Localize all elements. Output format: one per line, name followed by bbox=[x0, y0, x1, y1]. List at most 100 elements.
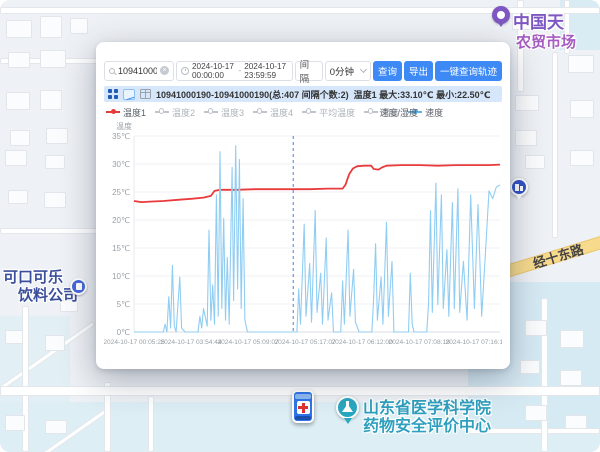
x-tick-label: 2024-10-17 05:09:07 bbox=[217, 339, 279, 346]
export-button[interactable]: 导出 bbox=[404, 61, 433, 81]
date-range-input[interactable]: 2024-10-17 00:00:00 - 2024-10-17 23:59:5… bbox=[176, 61, 293, 81]
device-summary: 10941000190-10941000190(总:407 间隔个数:2) bbox=[156, 88, 349, 101]
chevron-down-icon bbox=[360, 66, 367, 73]
x-tick-label: 2024-10-17 05:17:07 bbox=[274, 339, 336, 346]
clear-icon[interactable]: × bbox=[160, 66, 169, 75]
right-axis-title: 速度/湿度 bbox=[379, 106, 418, 119]
y-axis-title: 温度 bbox=[116, 121, 132, 131]
y-tick-label: 25℃ bbox=[112, 188, 130, 197]
interval-label: 间隔 bbox=[295, 61, 323, 81]
ambulance-vehicle-icon[interactable] bbox=[292, 390, 314, 423]
poi-label-farmers-market: 农贸市场 bbox=[516, 31, 576, 52]
grid-view-icon[interactable] bbox=[108, 89, 118, 99]
road-label: 经十东路 bbox=[530, 239, 585, 272]
info-bar: 10941000190-10941000190(总:407 间隔个数:2) 温度… bbox=[104, 86, 502, 102]
legend-item-平均温度[interactable]: 平均温度 bbox=[302, 106, 355, 119]
y-tick-label: 0℃ bbox=[117, 328, 130, 337]
map-building bbox=[6, 20, 32, 38]
chart-area[interactable]: 0℃ 5℃ 10℃ 15℃ 20℃ 25℃ 30℃ 35℃温度 2024-10-17 00:05… bbox=[104, 120, 502, 375]
date-end: 2024-10-17 23:59:59 bbox=[244, 62, 287, 80]
map-building bbox=[40, 16, 62, 38]
poi-label-cola-2: 饮料公司 bbox=[18, 284, 78, 305]
map-road bbox=[0, 228, 97, 234]
toolbar: 10941000 × 2024-10-17 00:00:00 - 2024-10… bbox=[104, 60, 502, 81]
map-building bbox=[568, 55, 594, 73]
line-chart-view-icon[interactable] bbox=[123, 89, 135, 100]
line-chart[interactable]: 0℃ 5℃ 10℃ 15℃ 20℃ 25℃ 30℃ 35℃温度 2024-10-17 00:05… bbox=[104, 120, 502, 370]
map-building bbox=[525, 155, 545, 169]
map-building bbox=[6, 92, 30, 110]
map-building bbox=[570, 100, 594, 118]
legend-inactive-marker bbox=[155, 111, 169, 113]
map-building bbox=[45, 335, 65, 351]
legend-inactive-marker bbox=[364, 111, 378, 113]
legend-inactive-marker bbox=[204, 111, 218, 113]
legend-label: 速度 bbox=[425, 106, 443, 119]
interval-select[interactable]: 0分钟 bbox=[325, 61, 371, 81]
search-icon bbox=[109, 68, 115, 74]
y-tick-label: 10℃ bbox=[112, 272, 130, 281]
map-building bbox=[46, 128, 68, 144]
chart-legend: 温度1温度2温度3温度4平均温度湿度速度速度/湿度 bbox=[104, 105, 502, 119]
poi-label-institute-2: 药物安全评价中心 bbox=[363, 412, 491, 436]
map-building bbox=[40, 50, 66, 68]
legend-item-温度1[interactable]: 温度1 bbox=[106, 106, 146, 119]
map-building bbox=[570, 150, 594, 166]
table-view-icon[interactable] bbox=[140, 89, 151, 99]
y-tick-label: 35℃ bbox=[112, 132, 130, 141]
map-building bbox=[8, 52, 30, 68]
map-building bbox=[45, 155, 65, 169]
legend-inactive-marker bbox=[253, 111, 267, 113]
cola-poi-icon[interactable] bbox=[70, 278, 87, 295]
query-dialog: 10941000 × 2024-10-17 00:00:00 - 2024-10… bbox=[96, 42, 510, 369]
legend-label: 温度2 bbox=[172, 106, 195, 119]
x-tick-label: 2024-10-17 00:05:25 bbox=[104, 339, 165, 346]
legend-label: 温度4 bbox=[270, 106, 293, 119]
building-poi-icon[interactable] bbox=[510, 178, 528, 196]
legend-item-温度3[interactable]: 温度3 bbox=[204, 106, 244, 119]
map-building bbox=[525, 405, 547, 421]
map-road bbox=[148, 396, 154, 452]
map-building bbox=[10, 130, 30, 146]
legend-item-温度2[interactable]: 温度2 bbox=[155, 106, 195, 119]
map-building bbox=[520, 360, 540, 374]
y-tick-label: 5℃ bbox=[117, 300, 130, 309]
series-温度1[interactable] bbox=[134, 165, 500, 203]
legend-inactive-marker bbox=[302, 111, 316, 113]
screen: 中国天 农贸市场 可口可乐 饮料公司 经十东路 bbox=[0, 0, 600, 452]
search-input[interactable]: 10941000 × bbox=[104, 61, 174, 81]
map-building bbox=[565, 415, 587, 429]
legend-item-温度4[interactable]: 温度4 bbox=[253, 106, 293, 119]
date-start: 2024-10-17 00:00:00 bbox=[192, 62, 235, 80]
legend-active-marker bbox=[106, 111, 120, 113]
map-building bbox=[5, 150, 27, 166]
poi-label-market-pin: 中国天 bbox=[513, 8, 564, 33]
track-query-button[interactable]: 一键查询轨迹 bbox=[435, 61, 502, 81]
map-building bbox=[560, 330, 584, 348]
map-building bbox=[8, 190, 28, 204]
map-building bbox=[515, 95, 539, 111]
y-tick-label: 20℃ bbox=[112, 216, 130, 225]
market-pin-icon[interactable] bbox=[492, 6, 510, 24]
date-separator: - bbox=[238, 66, 241, 75]
interval-value: 0分钟 bbox=[330, 64, 354, 78]
map-building bbox=[40, 90, 62, 110]
query-button[interactable]: 查询 bbox=[373, 61, 402, 81]
legend-label: 平均温度 bbox=[319, 106, 355, 119]
legend-label: 温度3 bbox=[221, 106, 244, 119]
legend-label: 温度1 bbox=[123, 106, 146, 119]
map-building bbox=[45, 420, 67, 434]
temp-stats: 温度1 最大:33.10℃ 最小:22.50℃ bbox=[354, 88, 491, 101]
y-tick-label: 15℃ bbox=[112, 244, 130, 253]
map-building bbox=[525, 320, 547, 336]
x-tick-label: 2024-10-17 07:08:18 bbox=[389, 339, 451, 346]
institute-flask-icon[interactable] bbox=[336, 396, 359, 419]
map-building bbox=[5, 330, 23, 344]
x-tick-label: 2024-10-17 06:12:00 bbox=[332, 339, 394, 346]
map-road bbox=[0, 7, 600, 14]
map-building bbox=[5, 415, 25, 431]
y-tick-label: 30℃ bbox=[112, 160, 130, 169]
clock-icon bbox=[181, 67, 189, 75]
map-building bbox=[70, 18, 88, 34]
map-building bbox=[515, 130, 537, 146]
